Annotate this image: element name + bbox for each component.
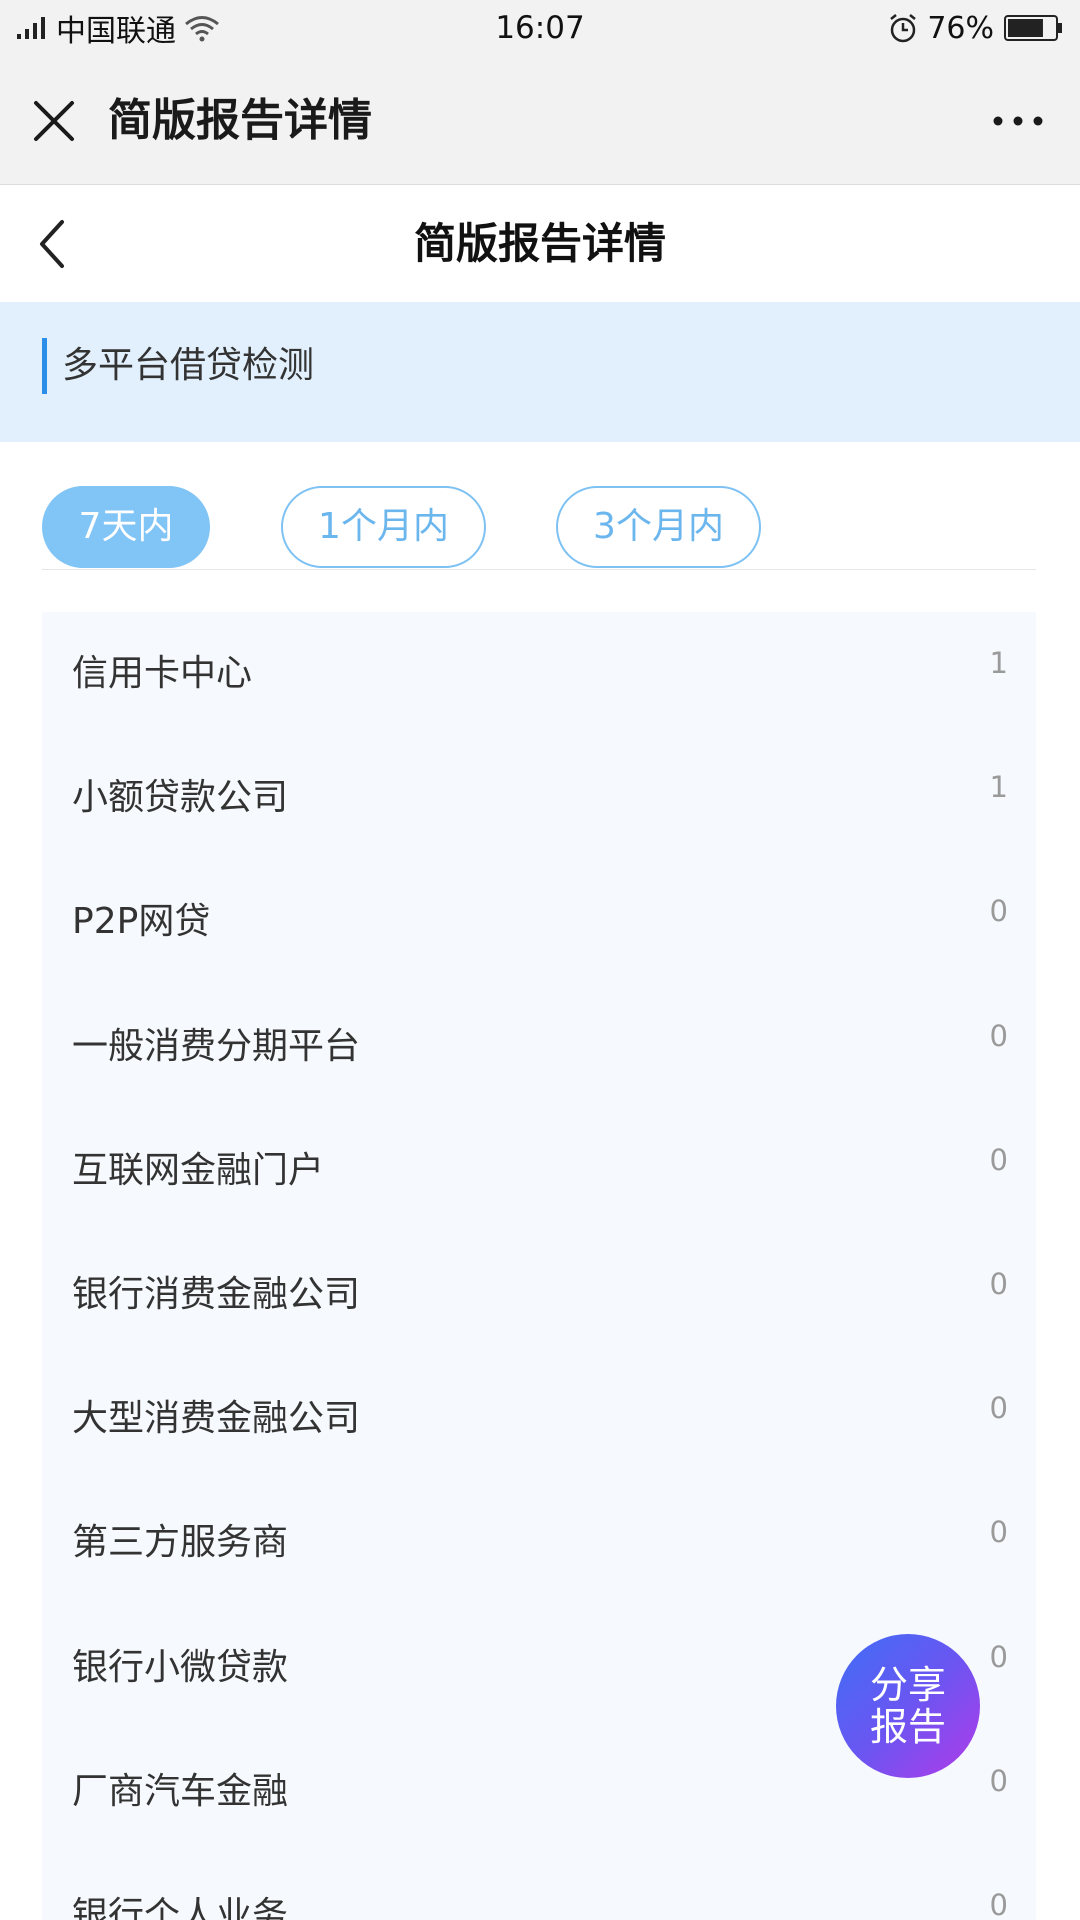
item-label: 互联网金融门户 [72, 1149, 325, 1191]
item-label: 银行消费金融公司 [72, 1273, 361, 1315]
list-item: 第三方服务商 0 [42, 1481, 1036, 1605]
item-count: 0 [989, 1018, 1008, 1053]
item-label: 银行小微贷款 [72, 1646, 289, 1688]
item-count: 0 [989, 1515, 1008, 1550]
webview-top-bar: 简版报告详情 [0, 56, 1080, 185]
list-item: 银行消费金融公司 0 [42, 1233, 1036, 1357]
item-label: 大型消费金融公司 [72, 1398, 361, 1440]
list-item: 大型消费金融公司 0 [42, 1357, 1036, 1481]
item-count: 1 [989, 770, 1008, 805]
section-title: 多平台借贷检测 [62, 345, 315, 386]
item-label: 信用卡中心 [72, 653, 253, 694]
list-item: 信用卡中心 1 [42, 612, 1036, 736]
item-count: 0 [989, 1266, 1008, 1301]
status-bar: 中国联通 16:07 76% [0, 0, 1080, 56]
share-report-button[interactable]: 分享 报告 [836, 1634, 980, 1778]
battery-percent: 76% [927, 10, 994, 46]
item-label: 一般消费分期平台 [72, 1025, 361, 1067]
battery-icon [1004, 15, 1062, 41]
period-tabs: 7天内 1个月内 3个月内 [42, 486, 1036, 570]
item-count: 0 [989, 1887, 1008, 1920]
list-item: 银行个人业务 0 [42, 1854, 1036, 1920]
item-count: 0 [989, 1639, 1008, 1674]
item-label: 厂商汽车金融 [72, 1770, 289, 1812]
list-item: 一般消费分期平台 0 [42, 985, 1036, 1109]
share-button-line2: 报告 [869, 1705, 946, 1749]
list-item: 互联网金融门户 0 [42, 1109, 1036, 1233]
section-accent-bar [42, 338, 47, 394]
alarm-icon [890, 14, 917, 43]
page-header: 简版报告详情 [0, 186, 1080, 302]
item-count: 1 [989, 646, 1008, 680]
tab-7-days[interactable]: 7天内 [42, 486, 210, 568]
item-label: 小额贷款公司 [72, 777, 289, 819]
share-button-line1: 分享 [869, 1663, 946, 1707]
item-count: 0 [989, 1391, 1008, 1426]
tab-3-months[interactable]: 3个月内 [556, 486, 761, 568]
item-label: P2P网贷 [72, 901, 211, 943]
list-item: 小额贷款公司 1 [42, 736, 1036, 860]
item-count: 0 [989, 894, 1008, 929]
item-count: 0 [989, 1763, 1008, 1798]
status-right: 76% [887, 6, 1064, 50]
more-dots-icon[interactable] [984, 89, 1052, 153]
close-icon[interactable] [22, 89, 86, 153]
item-label: 银行个人业务 [72, 1894, 289, 1920]
tab-1-month[interactable]: 1个月内 [281, 486, 486, 568]
item-label: 第三方服务商 [72, 1522, 289, 1564]
list-item: P2P网贷 0 [42, 860, 1036, 984]
page-title: 简版报告详情 [413, 219, 666, 268]
webview-title: 简版报告详情 [108, 95, 372, 146]
item-count: 0 [989, 1142, 1008, 1177]
